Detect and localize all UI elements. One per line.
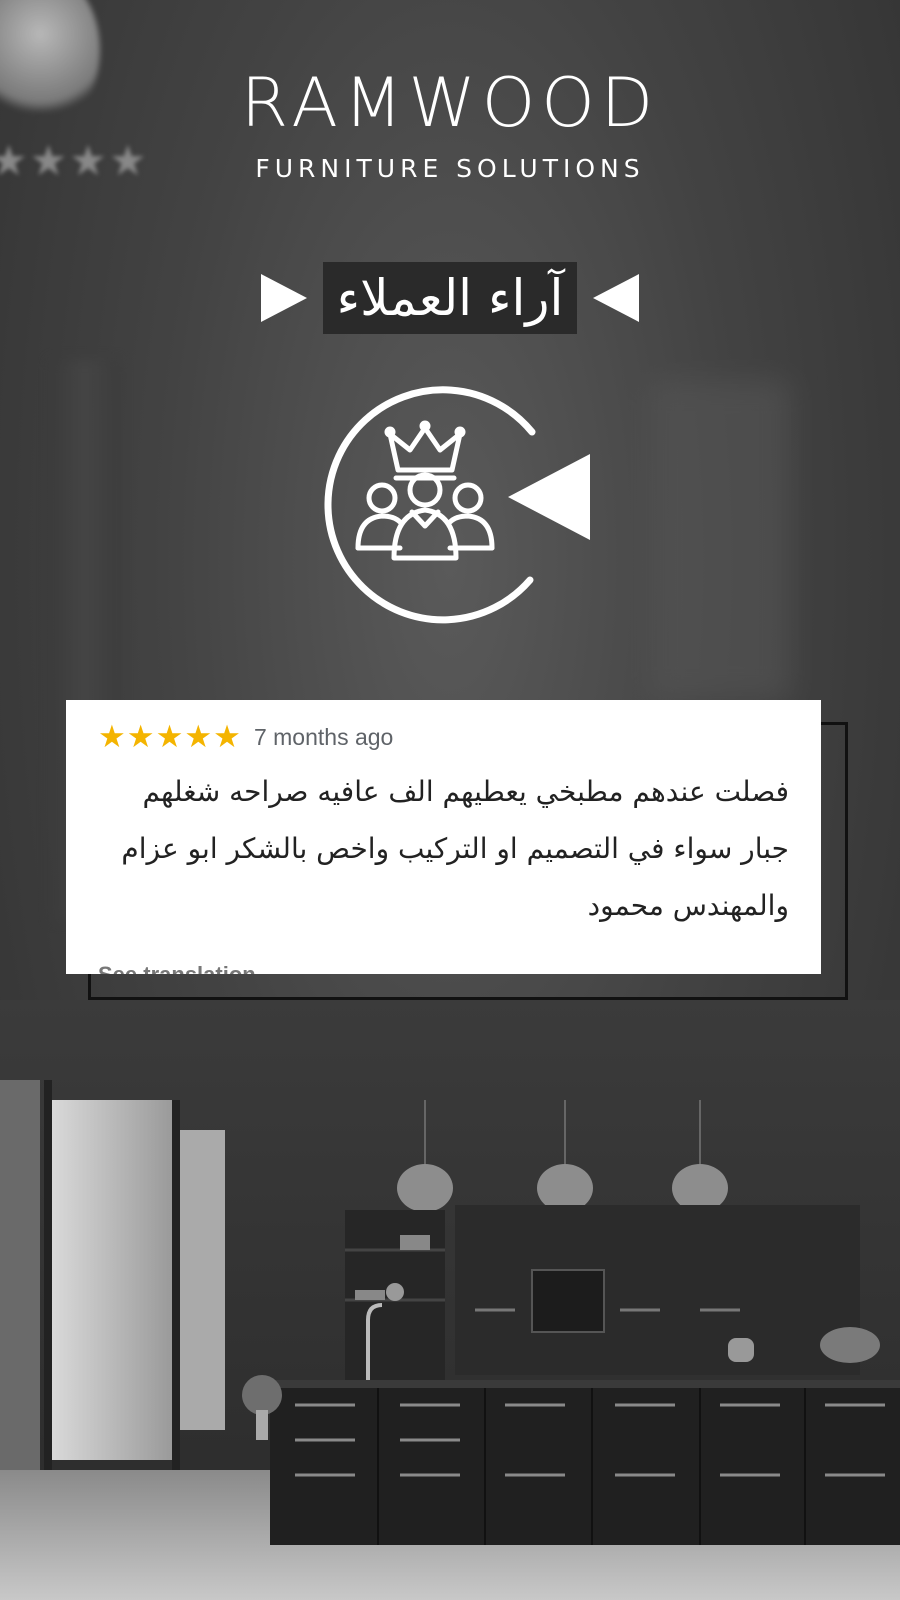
play-triangle-icon <box>508 454 590 540</box>
section-title: آراء العملاء <box>336 269 564 327</box>
kitchen-scene <box>0 1000 900 1600</box>
customers-group-icon <box>355 472 495 561</box>
review-card: ★★★★★ 7 months ago فصلت عندهم مطبخي يعطي… <box>66 700 821 974</box>
see-translation-link[interactable]: See translation <box>98 962 256 974</box>
triangle-left-icon <box>593 274 640 322</box>
brand-tagline: FURNITURE SOLUTIONS <box>255 154 645 183</box>
star-rating: ★★★★★ <box>98 719 242 755</box>
review-age: 7 months ago <box>253 724 394 750</box>
section-title-box: آراء العملاء <box>322 262 578 334</box>
customers-icon <box>300 370 610 630</box>
review-header: ★★★★★ 7 months ago <box>98 722 789 753</box>
story-slide: ★★★★ RAMWOOD FURNITURE SOLUTIONS آراء ال… <box>0 0 900 1600</box>
background-door <box>650 380 790 700</box>
brand-logo: RAMWOOD FURNITURE SOLUTIONS <box>0 64 900 184</box>
brand-name: RAMWOOD <box>240 64 660 143</box>
review-text: فصلت عندهم مطبخي يعطيهم الف عافيه صراحه … <box>121 775 789 922</box>
crown-icon <box>384 420 466 481</box>
triangle-right-icon <box>260 274 307 322</box>
section-title-row: آراء العملاء <box>0 262 900 334</box>
